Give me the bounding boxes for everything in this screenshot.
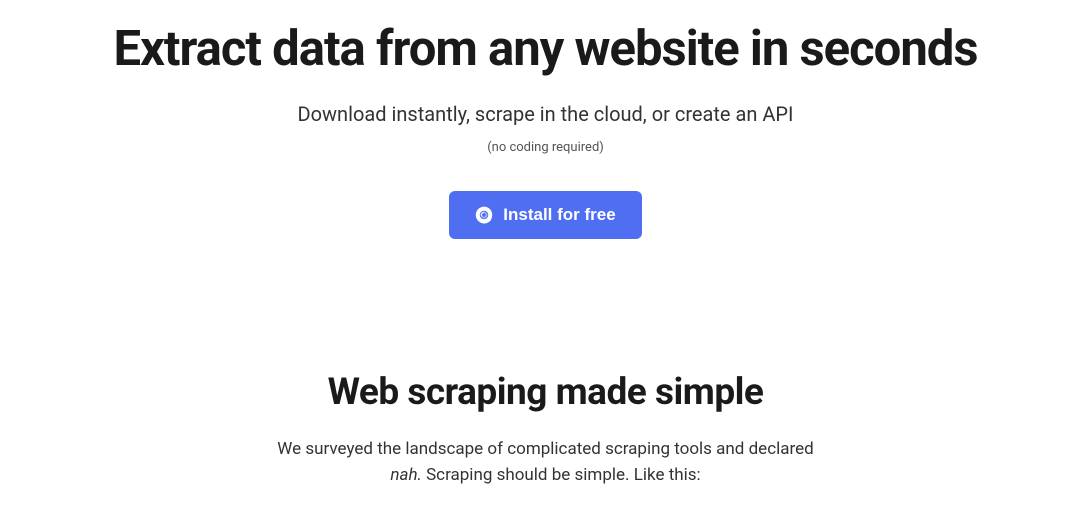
section-title: Web scraping made simple <box>0 371 1091 414</box>
hero-note: (no coding required) <box>0 140 1091 155</box>
install-button-label: Install for free <box>503 205 615 225</box>
section-body-italic: nah. <box>390 465 422 485</box>
hero-section: Extract data from any website in seconds… <box>0 0 1091 239</box>
section-body: We surveyed the landscape of complicated… <box>266 436 826 489</box>
hero-title: Extract data from any website in seconds <box>0 22 1091 76</box>
section-body-text-1: We surveyed the landscape of complicated… <box>277 439 813 459</box>
simple-section: Web scraping made simple We surveyed the… <box>0 371 1091 489</box>
section-body-text-2: Scraping should be simple. Like this: <box>422 465 701 485</box>
install-button[interactable]: Install for free <box>449 191 641 239</box>
chrome-icon <box>475 206 493 224</box>
hero-subtitle: Download instantly, scrape in the cloud,… <box>0 102 1091 126</box>
